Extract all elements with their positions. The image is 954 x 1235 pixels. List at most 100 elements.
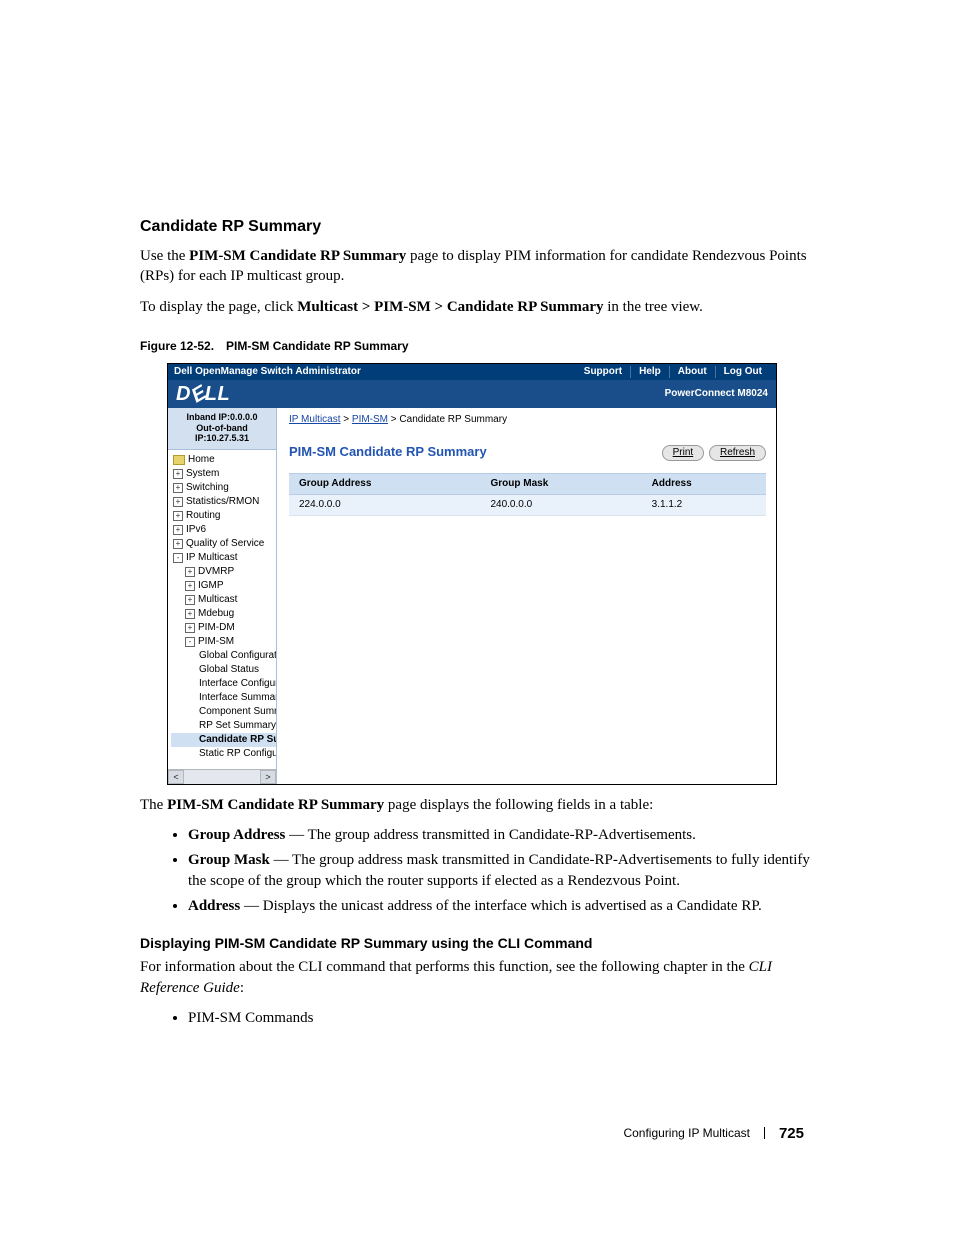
scroll-track[interactable] (184, 770, 260, 784)
label: Global Configuration (199, 650, 277, 661)
label: Static RP Configurati (199, 748, 277, 759)
expand-icon[interactable]: + (173, 511, 183, 521)
tree-item-switching[interactable]: +Switching (171, 481, 276, 495)
expand-icon[interactable]: + (173, 497, 183, 507)
label: PIM-SM (198, 636, 234, 647)
label: Global Status (199, 664, 259, 675)
expand-icon[interactable]: + (185, 595, 195, 605)
logout-link[interactable]: Log Out (715, 366, 770, 378)
breadcrumb-current: Candidate RP Summary (399, 414, 507, 425)
field-name-group-address: Group Address (188, 827, 285, 843)
label: Home (188, 454, 215, 465)
expand-icon[interactable]: + (173, 525, 183, 535)
cell-group-mask: 240.0.0.0 (480, 495, 641, 516)
expand-icon[interactable]: + (185, 567, 195, 577)
tree-item-mdebug[interactable]: +Mdebug (171, 607, 276, 621)
text: in the tree view. (604, 299, 703, 315)
col-address: Address (642, 474, 766, 495)
tree-leaf-rp-set-summary[interactable]: RP Set Summary (171, 719, 276, 733)
table-header-row: Group Address Group Mask Address (289, 474, 766, 495)
tree-leaf-component-summary[interactable]: Component Summary (171, 705, 276, 719)
tree-item-ipv6[interactable]: +IPv6 (171, 523, 276, 537)
print-button[interactable]: Print (662, 445, 705, 461)
tree-item-igmp[interactable]: +IGMP (171, 579, 276, 593)
folder-icon (173, 455, 185, 465)
label: Routing (186, 510, 220, 521)
term-pim-sm-candidate-rp-summary: PIM-SM Candidate RP Summary (189, 248, 406, 264)
cell-address: 3.1.1.2 (642, 495, 766, 516)
sidebar-scrollbar[interactable]: < > (168, 769, 276, 784)
col-group-address: Group Address (289, 474, 480, 495)
breadcrumb: IP Multicast > PIM-SM > Candidate RP Sum… (289, 414, 766, 426)
tree-item-qos[interactable]: +Quality of Service (171, 537, 276, 551)
label: Interface Configuration (199, 678, 277, 689)
tree-item-system[interactable]: +System (171, 467, 276, 481)
expand-icon[interactable]: + (173, 539, 183, 549)
label: IPv6 (186, 524, 206, 535)
breadcrumb-ip-multicast[interactable]: IP Multicast (289, 414, 341, 425)
breadcrumb-pim-sm[interactable]: PIM-SM (352, 414, 388, 425)
help-link[interactable]: Help (630, 366, 669, 378)
tree-item-pim-dm[interactable]: +PIM-DM (171, 621, 276, 635)
label: Switching (186, 482, 229, 493)
label: IP Multicast (186, 552, 238, 563)
col-group-mask: Group Mask (480, 474, 641, 495)
tree-leaf-global-status[interactable]: Global Status (171, 663, 276, 677)
tree-leaf-interface-configuration[interactable]: Interface Configuration (171, 677, 276, 691)
expand-icon[interactable]: + (185, 581, 195, 591)
label: Statistics/RMON (186, 496, 259, 507)
tree-leaf-static-rp-configuration[interactable]: Static RP Configurati (171, 747, 276, 761)
dell-logo: DELL (176, 382, 230, 406)
tree-item-routing[interactable]: +Routing (171, 509, 276, 523)
scroll-left-icon[interactable]: < (168, 770, 184, 784)
tree-item-dvmrp[interactable]: +DVMRP (171, 565, 276, 579)
tree-item-home[interactable]: Home (171, 453, 276, 467)
page-toolbar: Print Refresh (660, 445, 766, 461)
cli-subheading: Displaying PIM-SM Candidate RP Summary u… (140, 935, 814, 951)
footer-chapter-title: Configuring IP Multicast (623, 1126, 750, 1140)
label: RP Set Summary (199, 720, 276, 731)
text: The (140, 797, 167, 813)
label: Interface Summary (199, 692, 277, 703)
scroll-right-icon[interactable]: > (260, 770, 276, 784)
text: Use the (140, 248, 189, 264)
tree-leaf-interface-summary[interactable]: Interface Summary (171, 691, 276, 705)
field-desc: — The group address mask transmitted in … (188, 852, 810, 889)
expand-icon[interactable]: + (173, 469, 183, 479)
outofband-ip: Out-of-band IP:10.27.5.31 (172, 423, 272, 445)
titlebar-links: Support Help About Log Out (576, 366, 770, 378)
summary-table: Group Address Group Mask Address 224.0.0… (289, 473, 766, 516)
collapse-icon[interactable]: - (185, 637, 195, 647)
term-pim-sm-candidate-rp-summary: PIM-SM Candidate RP Summary (167, 797, 384, 813)
list-item: PIM-SM Commands (188, 1008, 814, 1029)
ip-info-box: Inband IP:0.0.0.0 Out-of-band IP:10.27.5… (168, 408, 276, 450)
expand-icon[interactable]: + (185, 609, 195, 619)
expand-icon[interactable]: + (185, 623, 195, 633)
label: DVMRP (198, 566, 234, 577)
tree-item-ip-multicast[interactable]: -IP Multicast (171, 551, 276, 565)
tree-leaf-global-configuration[interactable]: Global Configuration (171, 649, 276, 663)
tree-item-pim-sm[interactable]: -PIM-SM (171, 635, 276, 649)
tree-leaf-candidate-rp-summary[interactable]: Candidate RP Summ (171, 733, 276, 747)
about-link[interactable]: About (669, 366, 715, 378)
list-item: Address — Displays the unicast address o… (188, 896, 814, 917)
tree-item-multicast[interactable]: +Multicast (171, 593, 276, 607)
label: Component Summary (199, 706, 277, 717)
divider-icon (764, 1127, 765, 1139)
collapse-icon[interactable]: - (173, 553, 183, 563)
text: To display the page, click (140, 299, 297, 315)
inband-ip: Inband IP:0.0.0.0 (172, 412, 272, 423)
refresh-button[interactable]: Refresh (709, 445, 766, 461)
section-heading: Candidate RP Summary (140, 218, 814, 236)
label: Quality of Service (186, 538, 264, 549)
expand-icon[interactable]: + (173, 483, 183, 493)
table-row: 224.0.0.0 240.0.0.0 3.1.1.2 (289, 495, 766, 516)
list-item: Group Mask — The group address mask tran… (188, 850, 814, 892)
tree-item-statistics-rmon[interactable]: +Statistics/RMON (171, 495, 276, 509)
label: Candidate RP Summ (199, 734, 277, 745)
label: System (186, 468, 219, 479)
label: PIM-DM (198, 622, 235, 633)
support-link[interactable]: Support (576, 366, 630, 378)
label: Multicast (198, 594, 237, 605)
app-titlebar: Dell OpenManage Switch Administrator Sup… (168, 364, 776, 380)
